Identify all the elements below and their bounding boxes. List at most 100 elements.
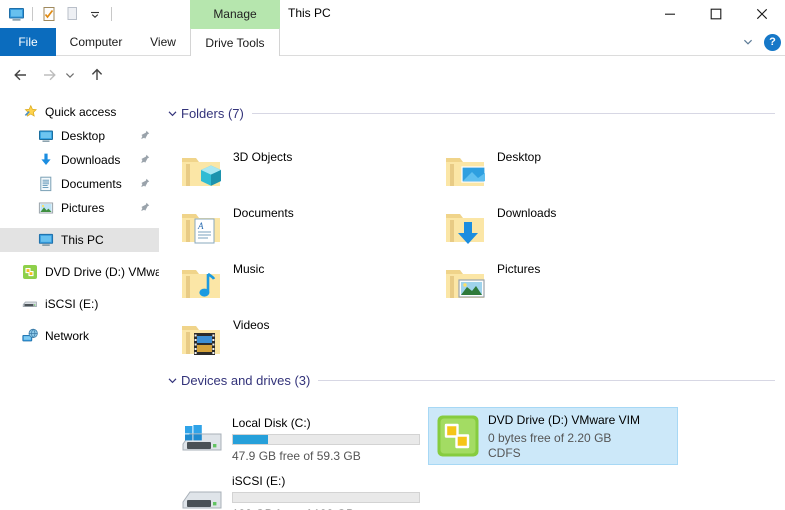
- sidebar-item-label: Downloads: [61, 153, 121, 167]
- drive-tile-local-disk-c[interactable]: Local Disk (C:) 47.9 GB free of 59.3 GB: [173, 411, 423, 467]
- folder-videos-icon: [177, 315, 225, 363]
- folder-desktop-icon: [441, 147, 489, 195]
- window-title: This PC: [288, 6, 331, 20]
- tab-drive-tools-label: Drive Tools: [205, 35, 265, 50]
- sidebar-item-label: DVD Drive (D:) VMwa: [45, 265, 159, 279]
- up-button[interactable]: [86, 64, 108, 86]
- folder-tile-info: Documents: [233, 203, 294, 220]
- hard-drive-icon: [22, 296, 38, 312]
- recent-locations-button[interactable]: [62, 64, 78, 86]
- folder-3d-objects-icon: [177, 147, 225, 195]
- properties-icon[interactable]: [39, 4, 59, 24]
- toolbar-separator-1: [32, 7, 33, 21]
- drive-name: DVD Drive (D:) VMware VIM: [488, 413, 641, 427]
- sidebar-item-desktop[interactable]: Desktop: [0, 124, 159, 148]
- drive-tile-iscsi-e[interactable]: iSCSI (E:) 199 GB free of 199 GB: [173, 469, 423, 510]
- forward-button[interactable]: [38, 64, 60, 86]
- folder-name: Downloads: [497, 206, 557, 220]
- chevron-down-icon[interactable]: [167, 108, 181, 119]
- new-folder-icon[interactable]: [62, 4, 82, 24]
- network-icon: [22, 328, 38, 344]
- pin-icon[interactable]: [140, 153, 150, 167]
- tab-view-label: View: [150, 35, 176, 49]
- toolbar-separator-2: [111, 7, 112, 21]
- drive-tile-info: DVD Drive (D:) VMware VIM 0 bytes free o…: [488, 412, 640, 460]
- desktop-icon: [38, 128, 54, 144]
- documents-icon: [38, 176, 54, 192]
- folder-name: Pictures: [497, 262, 541, 276]
- hard-drive-icon: [178, 473, 226, 510]
- address-bar: › This PC: [0, 57, 785, 144]
- maximize-button[interactable]: [693, 0, 739, 28]
- sidebar-item-quick-access[interactable]: Quick access: [0, 100, 159, 124]
- sidebar-item-label: This PC: [61, 233, 104, 247]
- help-icon[interactable]: ?: [764, 33, 781, 51]
- minimize-button[interactable]: [647, 0, 693, 28]
- folder-tile-info: Desktop: [497, 147, 541, 164]
- navigation-pane: Quick access Desktop Downloads Documents…: [0, 96, 159, 510]
- this-pc-icon[interactable]: [6, 4, 26, 24]
- group-title: Devices and drives (3): [181, 372, 311, 388]
- sidebar-item-documents[interactable]: Documents: [0, 172, 159, 196]
- contextual-tab-label: Manage: [213, 7, 257, 21]
- folder-tile-downloads[interactable]: Downloads: [437, 200, 702, 254]
- folder-downloads-icon: [441, 203, 489, 251]
- this-pc-icon: [38, 232, 54, 248]
- folder-tile-info: Downloads: [497, 203, 556, 220]
- folder-tile-info: Music: [233, 259, 264, 276]
- folder-tile-documents[interactable]: A Documents: [173, 200, 438, 254]
- folder-tile-videos[interactable]: Videos: [173, 312, 438, 366]
- pictures-icon: [38, 200, 54, 216]
- sidebar-item-iscsi[interactable]: iSCSI (E:): [0, 292, 159, 316]
- drive-filesystem: CDFS: [488, 446, 521, 460]
- items-view: Folders (7) 3D Objects Desktop A Documen…: [159, 96, 785, 510]
- group-header-folders[interactable]: Folders (7): [159, 102, 785, 124]
- window-controls: [647, 0, 785, 28]
- drive-tile-dvd-drive-d[interactable]: DVD Drive (D:) VMware VIM 0 bytes free o…: [428, 407, 678, 465]
- star-pin-icon: [22, 104, 38, 120]
- contextual-tab-manage[interactable]: Manage: [190, 0, 280, 28]
- tab-computer[interactable]: Computer: [62, 28, 130, 56]
- dvd-drive-icon: [434, 412, 482, 460]
- folder-tile-3d-objects[interactable]: 3D Objects: [173, 144, 438, 198]
- drive-name: iSCSI (E:): [232, 474, 286, 488]
- group-header-devices[interactable]: Devices and drives (3): [159, 369, 785, 391]
- help-label: ?: [769, 35, 776, 48]
- drive-tile-info: Local Disk (C:) 47.9 GB free of 59.3 GB: [232, 415, 420, 463]
- pin-icon[interactable]: [140, 201, 150, 215]
- capacity-bar: [232, 434, 420, 445]
- sidebar-item-label: Documents: [61, 177, 122, 191]
- pin-icon[interactable]: [140, 177, 150, 191]
- tab-view[interactable]: View: [140, 28, 186, 56]
- pin-icon[interactable]: [140, 129, 150, 143]
- capacity-bar-fill: [233, 435, 269, 444]
- sidebar-item-network[interactable]: Network: [0, 324, 159, 348]
- ribbon-tab-bar: File Computer View Drive Tools ?: [0, 28, 785, 56]
- file-explorer-window: Manage This PC File Computer View Drive …: [0, 0, 785, 510]
- back-button[interactable]: [10, 64, 32, 86]
- sidebar-item-this-pc[interactable]: This PC: [0, 228, 159, 252]
- tab-file-label: File: [18, 35, 38, 49]
- group-divider: [251, 112, 775, 114]
- drive-free-space: 0 bytes free of 2.20 GB: [488, 431, 612, 445]
- folder-tile-info: Pictures: [497, 259, 540, 276]
- folder-tile-desktop[interactable]: Desktop: [437, 144, 702, 198]
- customize-chevron-icon[interactable]: [85, 4, 105, 24]
- tab-file[interactable]: File: [0, 28, 56, 56]
- chevron-down-icon[interactable]: [167, 375, 181, 386]
- close-button[interactable]: [739, 0, 785, 28]
- svg-text:A: A: [197, 221, 204, 231]
- folder-music-icon: [177, 259, 225, 307]
- sidebar-item-downloads[interactable]: Downloads: [0, 148, 159, 172]
- sidebar-item-pictures[interactable]: Pictures: [0, 196, 159, 220]
- ribbon-right-controls: ?: [740, 28, 781, 56]
- folder-tile-music[interactable]: Music: [173, 256, 438, 310]
- drive-tile-info: iSCSI (E:) 199 GB free of 199 GB: [232, 473, 420, 510]
- dvd-drive-icon: [22, 264, 38, 280]
- tab-drive-tools[interactable]: Drive Tools: [190, 28, 280, 56]
- folder-tile-pictures[interactable]: Pictures: [437, 256, 702, 310]
- sidebar-item-dvd-drive[interactable]: DVD Drive (D:) VMwa: [0, 260, 159, 284]
- chevron-down-icon[interactable]: [740, 34, 756, 50]
- folders-grid: 3D Objects Desktop A Documents Downloads…: [159, 124, 785, 367]
- capacity-bar: [232, 492, 420, 503]
